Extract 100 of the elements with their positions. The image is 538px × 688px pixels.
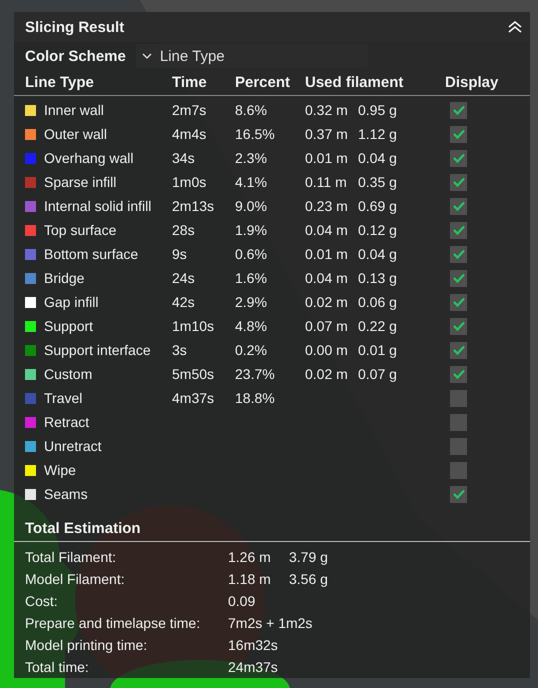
line-type-label: Gap infill <box>44 294 100 310</box>
display-checkbox[interactable] <box>450 342 467 358</box>
line-type-label: Outer wall <box>44 126 108 142</box>
line-type-label: Support <box>44 318 94 334</box>
estimate-value: 1.18 m <box>228 571 272 587</box>
weight-value: 0.13 g <box>358 270 397 286</box>
display-checkbox[interactable] <box>450 150 467 166</box>
display-checkbox[interactable] <box>450 366 467 382</box>
estimate-value: 16m32s <box>228 637 279 653</box>
display-checkbox[interactable] <box>450 174 467 190</box>
weight-value: 0.04 g <box>358 246 397 262</box>
percent-value: 18.8% <box>235 390 275 406</box>
weight-value: 0.12 g <box>358 222 397 238</box>
panel-title: Slicing Result <box>25 18 124 36</box>
percent-value: 2.3% <box>235 150 267 166</box>
percent-value: 8.6% <box>235 102 267 118</box>
estimate-label: Model printing time: <box>25 637 148 653</box>
percent-value: 9.0% <box>235 198 267 214</box>
column-header: Percent <box>235 74 292 91</box>
percent-value: 0.6% <box>235 246 267 262</box>
display-checkbox[interactable] <box>450 486 467 502</box>
length-value: 0.02 m <box>305 366 348 382</box>
chevron-down-icon <box>142 53 152 59</box>
color-scheme-label: Color Scheme <box>25 48 126 64</box>
display-checkbox[interactable] <box>450 294 467 310</box>
time-value: 28s <box>172 222 195 238</box>
display-checkbox[interactable] <box>450 246 467 262</box>
section-title: Total Estimation <box>14 512 530 542</box>
column-header: Display <box>445 74 500 91</box>
estimate-label: Total Filament: <box>25 549 118 565</box>
line-type-label: Bridge <box>44 270 86 286</box>
display-checkbox[interactable] <box>450 390 467 406</box>
time-value: 1m0s <box>172 174 206 190</box>
weight-value: 0.06 g <box>358 294 397 310</box>
column-header: Time <box>172 74 208 91</box>
length-value: 0.00 m <box>305 342 348 358</box>
weight-value: 0.95 g <box>358 102 397 118</box>
length-value: 0.01 m <box>305 150 348 166</box>
line-type-label: Wipe <box>44 462 77 478</box>
display-checkbox[interactable] <box>450 198 467 214</box>
line-type-label: Inner wall <box>44 102 105 118</box>
collapse-icon[interactable] <box>508 21 522 33</box>
display-checkbox[interactable] <box>450 318 467 334</box>
line-type-label: Custom <box>44 366 94 382</box>
line-type-label: Unretract <box>44 438 103 454</box>
display-checkbox[interactable] <box>450 102 467 118</box>
estimate-value: 7m2s + 1m2s <box>228 615 312 631</box>
time-value: 34s <box>172 150 195 166</box>
percent-value: 23.7% <box>235 366 275 382</box>
time-value: 24s <box>172 270 195 286</box>
line-type-label: Sparse infill <box>44 174 118 190</box>
display-checkbox[interactable] <box>450 222 467 238</box>
time-value: 4m37s <box>172 390 214 406</box>
length-value: 0.04 m <box>305 222 348 238</box>
estimate-value: 24m37s <box>228 659 279 675</box>
length-value: 0.02 m <box>305 294 348 310</box>
time-value: 4m4s <box>172 126 206 142</box>
estimate-label: Cost: <box>25 593 59 609</box>
percent-value: 0.2% <box>235 342 267 358</box>
display-checkbox[interactable] <box>450 414 467 430</box>
length-value: 0.07 m <box>305 318 348 334</box>
line-type-label: Retract <box>44 414 90 430</box>
column-header: Line Type <box>25 74 95 91</box>
weight-value: 0.01 g <box>358 342 397 358</box>
estimate-value: 1.26 m <box>228 549 272 565</box>
estimate-label: Model Filament: <box>25 571 126 587</box>
estimate-value: 3.79 g <box>289 549 328 565</box>
display-checkbox[interactable] <box>450 462 467 478</box>
time-value: 9s <box>172 246 187 262</box>
time-value: 2m7s <box>172 102 206 118</box>
length-value: 0.32 m <box>305 102 348 118</box>
estimate-value: 0.09 <box>228 593 256 609</box>
percent-value: 4.1% <box>235 174 267 190</box>
time-value: 3s <box>172 342 187 358</box>
weight-value: 1.12 g <box>358 126 397 142</box>
display-checkbox[interactable] <box>450 270 467 286</box>
column-header: Used filament <box>305 74 404 91</box>
length-value: 0.11 m <box>305 174 347 190</box>
estimate-label: Prepare and timelapse time: <box>25 615 202 631</box>
length-value: 0.37 m <box>305 126 348 142</box>
weight-value: 0.69 g <box>358 198 397 214</box>
time-value: 2m13s <box>172 198 214 214</box>
percent-value: 4.8% <box>235 318 267 334</box>
line-type-label: Seams <box>44 486 89 502</box>
line-type-label: Overhang wall <box>44 150 134 166</box>
display-checkbox[interactable] <box>450 126 467 142</box>
line-type-label: Bottom surface <box>44 246 140 262</box>
estimate-value: 3.56 g <box>289 571 328 587</box>
length-value: 0.23 m <box>305 198 348 214</box>
line-type-label: Internal solid infill <box>44 198 152 214</box>
weight-value: 0.04 g <box>358 150 397 166</box>
length-value: 0.01 m <box>305 246 348 262</box>
line-type-label: Support interface <box>44 342 152 358</box>
percent-value: 16.5% <box>235 126 275 142</box>
percent-value: 1.6% <box>235 270 267 286</box>
weight-value: 0.07 g <box>358 366 397 382</box>
time-value: 1m10s <box>172 318 214 334</box>
time-value: 5m50s <box>172 366 214 382</box>
display-checkbox[interactable] <box>450 438 467 454</box>
percent-value: 2.9% <box>235 294 267 310</box>
